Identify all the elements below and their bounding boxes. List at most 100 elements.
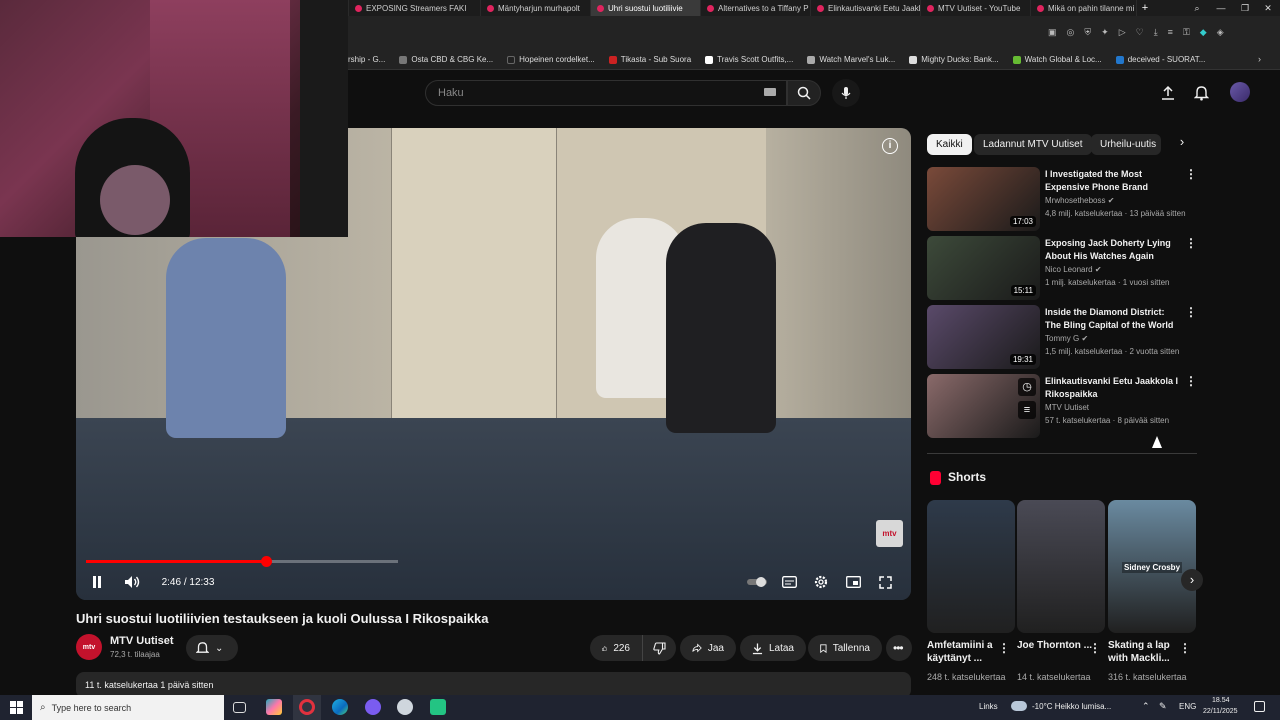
minimize-icon[interactable]: — xyxy=(1209,0,1233,16)
browser-tab-active[interactable]: Uhri suostui luotiliivie xyxy=(591,0,701,16)
more-vertical-icon[interactable]: ⋮ xyxy=(1185,167,1197,181)
shield-app-icon[interactable] xyxy=(397,699,413,715)
browser-tab[interactable]: EXPOSING Streamers FAKI xyxy=(349,0,481,16)
miniplayer-button[interactable] xyxy=(842,572,864,592)
account-avatar[interactable] xyxy=(1230,82,1250,102)
fullscreen-button[interactable] xyxy=(874,572,896,592)
like-button[interactable]: 226 xyxy=(590,635,642,661)
shield-icon[interactable]: ⛨ xyxy=(1084,27,1091,38)
chip-from-channel[interactable]: Ladannut MTV Uutiset xyxy=(974,134,1092,155)
short-title[interactable]: Joe Thornton ... xyxy=(1017,639,1097,652)
lock-icon[interactable]: ⚿ xyxy=(1183,27,1190,38)
notifications-button[interactable] xyxy=(1194,85,1209,101)
video-thumbnail[interactable]: ◷ ≡ xyxy=(927,374,1040,438)
voice-search-button[interactable] xyxy=(832,79,860,107)
download-button[interactable]: Lataa xyxy=(740,635,806,661)
shorts-next-button[interactable]: › xyxy=(1181,569,1203,591)
share-button[interactable]: Jaa xyxy=(680,635,736,661)
bookmark-item[interactable]: deceived - SUORAT... xyxy=(1115,55,1205,64)
channel-watermark[interactable]: mtv xyxy=(876,520,903,547)
subscribed-notifications-button[interactable]: ⌄ xyxy=(186,635,238,661)
restore-icon[interactable]: ❐ xyxy=(1233,0,1257,16)
task-view-icon[interactable] xyxy=(233,702,246,713)
play-icon[interactable]: ▷ xyxy=(1119,27,1126,38)
clock-time[interactable]: 18.54 xyxy=(1212,697,1230,704)
watch-later-icon[interactable]: ◷ xyxy=(1018,378,1036,396)
short-title[interactable]: Skating a lap with Mackli... xyxy=(1108,639,1188,665)
clock-date[interactable]: 22/11/2025 xyxy=(1203,708,1238,715)
recommendation-title[interactable]: Inside the Diamond District: The Bling C… xyxy=(1045,306,1180,332)
video-thumbnail[interactable]: 19:31 xyxy=(927,305,1040,369)
settings-button[interactable] xyxy=(810,572,832,592)
search-input[interactable]: Haku xyxy=(425,80,787,106)
tray-chevron-up-icon[interactable]: ⌃ xyxy=(1142,701,1150,712)
create-upload-button[interactable] xyxy=(1161,85,1175,101)
keyboard-icon[interactable] xyxy=(764,88,776,96)
bookmark-item[interactable]: Tikasta - Sub Suora xyxy=(608,55,691,64)
extension-icon[interactable]: ✦ xyxy=(1101,27,1109,38)
short-thumbnail[interactable] xyxy=(1017,500,1105,633)
recommendation-item[interactable]: 19:31 Inside the Diamond District: The B… xyxy=(927,305,1197,369)
channel-avatar[interactable]: mtv xyxy=(76,634,102,660)
recommendation-channel[interactable]: Mrwhosetheboss ✔ xyxy=(1045,196,1114,205)
more-actions-button[interactable]: ••• xyxy=(886,635,912,661)
recommendation-item[interactable]: ◷ ≡ Elinkautisvanki Eetu Jaakkola I Riko… xyxy=(927,374,1197,438)
add-to-queue-icon[interactable]: ≡ xyxy=(1018,401,1036,419)
taskbar-search-input[interactable]: ⌕ Type here to search xyxy=(32,695,224,720)
search-button[interactable] xyxy=(787,80,821,106)
bookmark-item[interactable]: Mighty Ducks: Bank... xyxy=(909,55,999,64)
recommendation-item[interactable]: 15:11 Exposing Jack Doherty Lying About … xyxy=(927,236,1197,300)
heart-icon[interactable]: ♡ xyxy=(1136,27,1144,38)
extension-icon[interactable]: ◈ xyxy=(1217,27,1224,38)
more-vertical-icon[interactable]: ⋮ xyxy=(1185,236,1197,250)
more-vertical-icon[interactable]: ⋮ xyxy=(1185,305,1197,319)
links-toolbar-label[interactable]: Links xyxy=(979,702,998,711)
recommendation-title[interactable]: Exposing Jack Doherty Lying About His Wa… xyxy=(1045,237,1180,263)
save-button[interactable]: Tallenna xyxy=(808,635,882,661)
close-icon[interactable]: ✕ xyxy=(1256,0,1280,16)
recommendation-title[interactable]: Elinkautisvanki Eetu Jaakkola I Rikospai… xyxy=(1045,375,1180,401)
dislike-button[interactable] xyxy=(642,635,676,661)
bookmark-item[interactable]: Watch Global & Loc... xyxy=(1012,55,1102,64)
notification-center-icon[interactable] xyxy=(1254,701,1265,712)
bookmark-item[interactable]: Watch Marvel's Luk... xyxy=(807,55,895,64)
subtitles-button[interactable] xyxy=(778,572,800,592)
video-thumbnail[interactable]: 15:11 xyxy=(927,236,1040,300)
browser-tab[interactable]: Elinkautisvanki Eetu Jaakk xyxy=(811,0,921,16)
more-vertical-icon[interactable]: ⋮ xyxy=(1185,374,1197,388)
recommendation-channel[interactable]: MTV Uutiset xyxy=(1045,403,1089,412)
more-vertical-icon[interactable]: ⋮ xyxy=(998,641,1010,655)
info-icon[interactable]: i xyxy=(882,138,898,154)
volume-button[interactable] xyxy=(122,572,142,592)
recommendation-channel[interactable]: Tommy G ✔ xyxy=(1045,334,1088,343)
weather-cloud-icon[interactable] xyxy=(1011,701,1027,711)
language-indicator[interactable]: ENG xyxy=(1179,702,1196,711)
spotify-like-icon[interactable] xyxy=(430,699,446,715)
browser-tab[interactable]: Alternatives to a Tiffany P xyxy=(701,0,811,16)
weather-text[interactable]: -10°C Heikko lumisa... xyxy=(1032,702,1111,711)
app-icon[interactable] xyxy=(266,699,282,715)
extension-icons[interactable]: ▣ ◎ ⛨ ✦ ▷ ♡ ⤓ ≡ ⚿ ◆ ◈ xyxy=(1048,27,1224,38)
menu-icon[interactable]: ≡ xyxy=(1168,27,1173,38)
browser-tab[interactable]: Mäntyharjun murhapolt xyxy=(481,0,591,16)
more-vertical-icon[interactable]: ⋮ xyxy=(1179,641,1191,655)
channel-name[interactable]: MTV Uutiset xyxy=(110,635,174,647)
bookmark-item[interactable]: Hopeinen cordelket... xyxy=(507,55,595,64)
chip-sports-news[interactable]: Urheilu-uutis xyxy=(1091,134,1161,155)
chip-all[interactable]: Kaikki xyxy=(927,134,972,155)
autoplay-toggle[interactable] xyxy=(746,572,768,592)
browser-tab[interactable]: MTV Uutiset - YouTube xyxy=(921,0,1031,16)
windows-start-icon[interactable] xyxy=(10,701,23,714)
extension-icon[interactable]: ◎ xyxy=(1067,27,1075,38)
bookmark-item[interactable]: Travis Scott Outfits,... xyxy=(705,55,793,64)
browser-tab[interactable]: Mikä on pahin tilanne mi xyxy=(1031,0,1137,16)
discord-icon[interactable] xyxy=(365,699,381,715)
bookmark-item[interactable]: Osta CBD & CBG Ke... xyxy=(399,55,493,64)
short-thumbnail[interactable]: Sidney Crosby xyxy=(1108,500,1196,633)
short-thumbnail[interactable] xyxy=(927,500,1015,633)
chips-next-button[interactable]: › xyxy=(1172,134,1192,155)
short-title[interactable]: Amfetamiini a käyttänyt ... xyxy=(927,639,1007,665)
tray-pen-icon[interactable]: ✎ xyxy=(1159,701,1167,712)
more-vertical-icon[interactable]: ⋮ xyxy=(1089,641,1101,655)
video-thumbnail[interactable]: 17:03 xyxy=(927,167,1040,231)
